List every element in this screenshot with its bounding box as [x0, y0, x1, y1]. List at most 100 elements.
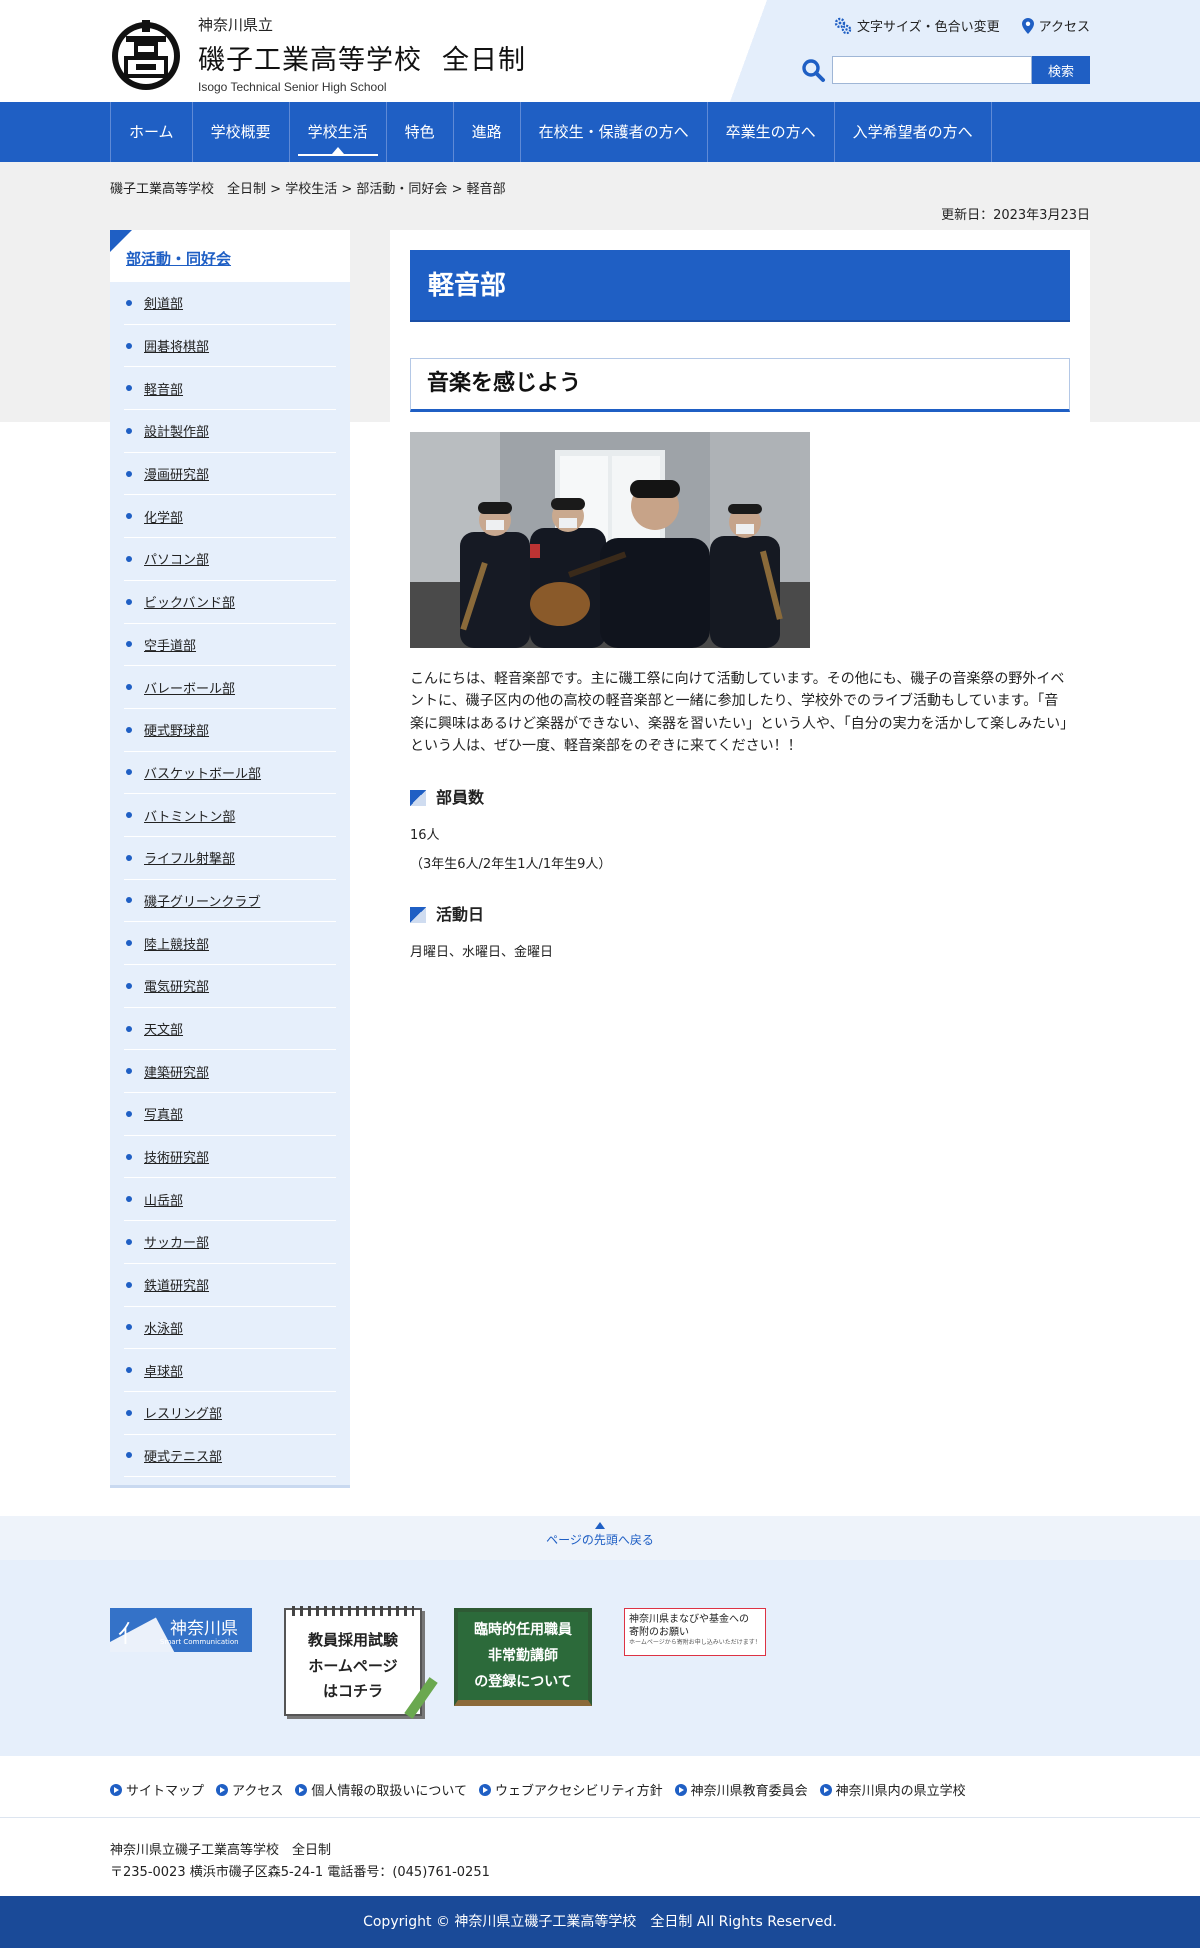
nav-link[interactable]: 学校概要: [193, 102, 289, 162]
footer-link[interactable]: ウェブアクセシビリティ方針: [495, 1780, 663, 1799]
sidebar-item-link[interactable]: 天文部: [144, 1019, 183, 1038]
sidebar-item: 漫画研究部: [124, 453, 336, 496]
breadcrumb: 磯子工業高等学校 全日制 > 学校生活 > 部活動・同好会 > 軽音部: [110, 162, 1090, 200]
sidebar-item-link[interactable]: 技術研究部: [144, 1147, 209, 1166]
access-link[interactable]: アクセス: [1021, 16, 1090, 35]
page-title: 軽音部: [410, 250, 1070, 322]
nav-link[interactable]: 学校生活: [290, 102, 386, 162]
sidebar-item: 硬式野球部: [124, 709, 336, 752]
nav-link[interactable]: 在校生・保護者の方へ: [521, 102, 707, 162]
global-nav: ホーム 学校概要 学校生活 特色 進路 在校生・保護者の方へ 卒業生の方へ 入学…: [0, 102, 1200, 162]
footer-links: サイトマップ アクセス 個人情報の取扱いについて ウェブアクセシビリティ方針 神…: [0, 1756, 1200, 1819]
notebook-rings-icon: [292, 1606, 414, 1617]
sidebar-item-link[interactable]: 剣道部: [144, 293, 183, 312]
sidebar-item: 電気研究部: [124, 965, 336, 1008]
sidebar-item-link[interactable]: サッカー部: [144, 1232, 209, 1251]
activity-days-heading: 活動日: [410, 903, 1070, 927]
footer-link[interactable]: 神奈川県教育委員会: [691, 1780, 808, 1799]
sidebar-item-link[interactable]: ビックバンド部: [144, 592, 235, 611]
site-search: 検索: [800, 56, 1090, 84]
sidebar-item-link[interactable]: 硬式テニス部: [144, 1446, 222, 1465]
sidebar-title-link[interactable]: 部活動・同好会: [126, 250, 231, 268]
sidebar-item-link[interactable]: 鉄道研究部: [144, 1275, 209, 1294]
nav-link[interactable]: 特色: [387, 102, 453, 162]
sidebar-item: 剣道部: [124, 282, 336, 325]
sidebar-item-link[interactable]: バスケットボール部: [144, 763, 261, 782]
teacher-exam-banner[interactable]: 教員採用試験 ホームページ はコチラ: [284, 1606, 438, 1720]
banner-area: ⺅ 神奈川県 Smart Communication 教員採用試験 ホームページ…: [0, 1560, 1200, 1757]
sidebar-item-link[interactable]: 山岳部: [144, 1190, 183, 1209]
sidebar-item-link[interactable]: バレーボール部: [144, 678, 235, 697]
club-photo: [410, 432, 810, 648]
sidebar-item-link[interactable]: 写真部: [144, 1104, 183, 1123]
footer-address: 神奈川県立磯子工業高等学校 全日制 〒235-0023 横浜市磯子区森5-24-…: [0, 1818, 1200, 1897]
nav-link[interactable]: ホーム: [111, 102, 192, 162]
kanagawa-banner[interactable]: ⺅ 神奈川県 Smart Communication: [110, 1608, 252, 1653]
sidebar-item-link[interactable]: 卓球部: [144, 1361, 183, 1380]
sidebar-item-link[interactable]: 空手道部: [144, 635, 196, 654]
arrow-up-icon: [595, 1522, 605, 1530]
nav-item-features: 特色: [387, 102, 454, 162]
sidebar-item-link[interactable]: 軽音部: [144, 379, 183, 398]
sidebar: 部活動・同好会 剣道部 囲碁将棋部 軽音部 設計製作部 漫画研究部 化学部 パソ…: [110, 230, 350, 1489]
sidebar-item-link[interactable]: 建築研究部: [144, 1062, 209, 1081]
nav-item-career: 進路: [454, 102, 521, 162]
arrow-right-icon: [674, 1783, 687, 1796]
arrow-right-icon: [479, 1783, 491, 1796]
copyright: Copyright © 神奈川県立磯子工業高等学校 全日制 All Rights…: [0, 1896, 1200, 1949]
breadcrumb-link[interactable]: 磯子工業高等学校 全日制: [110, 182, 266, 197]
school-emblem-icon[interactable]: [110, 14, 182, 94]
footer-link[interactable]: 個人情報の取扱いについて: [311, 1780, 467, 1799]
sidebar-item: ライフル射撃部: [124, 837, 336, 880]
sidebar-item: 設計製作部: [124, 410, 336, 453]
breadcrumb-link[interactable]: 学校生活: [285, 182, 337, 197]
sidebar-item-link[interactable]: 漫画研究部: [144, 464, 209, 483]
nav-link[interactable]: 進路: [454, 102, 520, 162]
members-count: 16人: [410, 827, 440, 843]
page-top-link[interactable]: ページの先頭へ戻る: [0, 1516, 1200, 1561]
site-logo[interactable]: 神奈川県立 磯子工業高等学校 全日制 Isogo Technical Senior…: [198, 14, 526, 94]
sidebar-item-link[interactable]: 化学部: [144, 507, 183, 526]
sidebar-item-link[interactable]: バトミントン部: [144, 806, 235, 825]
logo-prefecture: 神奈川県立: [198, 16, 274, 34]
sidebar-item-link[interactable]: 設計製作部: [144, 421, 209, 440]
font-color-settings-link[interactable]: 文字サイズ・色合い変更: [834, 16, 1000, 35]
logo-school-name: 磯子工業高等学校 全日制: [198, 45, 526, 76]
sidebar-item: 空手道部: [124, 624, 336, 667]
sidebar-item-link[interactable]: 水泳部: [144, 1318, 183, 1337]
map-pin-icon: [1021, 17, 1034, 34]
arrow-right-icon: [295, 1783, 308, 1796]
arrow-right-icon: [110, 1783, 122, 1796]
intro-text: こんにちは、軽音楽部です。主に磯工祭に向けて活動しています。その他にも、磯子の音…: [410, 671, 1068, 755]
footer-link-item: アクセス: [216, 1780, 283, 1799]
footer-link-item: 神奈川県内の県立学校: [819, 1780, 966, 1799]
search-button[interactable]: 検索: [1032, 56, 1090, 84]
sidebar-item-link[interactable]: 硬式野球部: [144, 720, 209, 739]
search-input[interactable]: [832, 56, 1032, 84]
breadcrumb-separator: >: [341, 182, 353, 197]
sidebar-item-link[interactable]: 磯子グリーンクラブ: [144, 891, 260, 910]
sidebar-item-link[interactable]: 陸上競技部: [144, 934, 209, 953]
nav-item-school-life: 学校生活: [290, 102, 387, 162]
manabiya-fund-banner[interactable]: 神奈川県まなびや基金への 寄附のお願い ホームページから寄附お申し込みいただけま…: [624, 1608, 766, 1657]
footer-address-line: 〒235-0023 横浜市磯子区森5-24-1 電話番号：(045)761-02…: [110, 1865, 490, 1881]
breadcrumb-link[interactable]: 部活動・同好会: [356, 182, 447, 197]
temporary-staff-banner[interactable]: 臨時的任用職員 非常勤講師 の登録について: [454, 1608, 592, 1707]
footer-link[interactable]: 神奈川県内の県立学校: [836, 1780, 966, 1799]
nav-item-students-parents: 在校生・保護者の方へ: [521, 102, 708, 162]
activity-days: 月曜日、水曜日、金曜日: [410, 944, 554, 960]
sidebar-item: 陸上競技部: [124, 922, 336, 965]
footer-link-item: 個人情報の取扱いについて: [295, 1780, 467, 1799]
sidebar-item-link[interactable]: 電気研究部: [144, 976, 209, 995]
footer-link[interactable]: アクセス: [232, 1780, 283, 1799]
footer-link[interactable]: サイトマップ: [126, 1780, 204, 1799]
sidebar-item: 天文部: [124, 1008, 336, 1051]
nav-link[interactable]: 入学希望者の方へ: [835, 102, 991, 162]
sidebar-item-link[interactable]: 囲碁将棋部: [144, 336, 209, 355]
sidebar-item: 山岳部: [124, 1178, 336, 1222]
sidebar-item-link[interactable]: レスリング部: [144, 1403, 222, 1422]
sidebar-item-link[interactable]: ライフル射撃部: [144, 848, 235, 867]
nav-link[interactable]: 卒業生の方へ: [708, 102, 834, 162]
sidebar-item-link[interactable]: パソコン部: [144, 549, 209, 568]
members-heading: 部員数: [410, 786, 1070, 810]
